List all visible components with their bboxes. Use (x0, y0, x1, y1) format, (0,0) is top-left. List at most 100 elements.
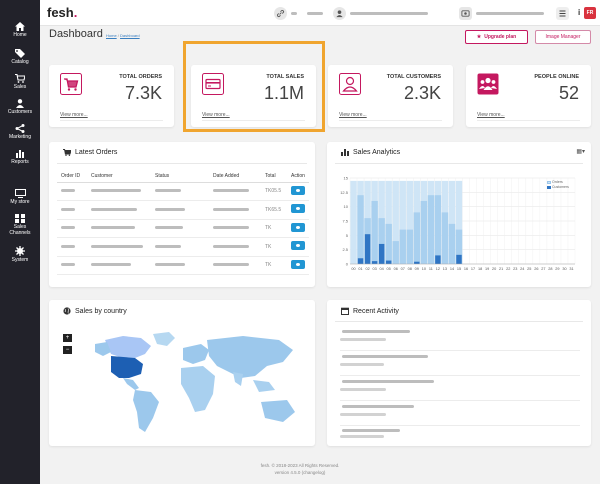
bar-customers (371, 261, 378, 264)
cart-icon (60, 73, 82, 95)
panel-title: Sales Analytics (341, 149, 400, 156)
x-tick-label: 09 (415, 267, 419, 271)
map-region-india[interactable] (233, 372, 243, 386)
stat-label: PEOPLE ONLINE (534, 74, 579, 80)
world-map[interactable] (83, 332, 308, 442)
top-bar: fesh. i FR (0, 0, 600, 26)
view-more-link[interactable]: View more... (339, 112, 367, 118)
chevron-down-icon: ▾ (581, 149, 585, 155)
sidebar-item-catalog[interactable]: Catalog (0, 49, 40, 65)
x-tick-label: 00 (351, 267, 355, 271)
image-manager-button[interactable]: Image Manager (535, 30, 591, 44)
x-tick-label: 28 (548, 267, 552, 271)
sidebar-item-sales[interactable]: Sales (0, 74, 40, 90)
map-region-greenland[interactable] (153, 332, 175, 346)
map-region-southeast-asia[interactable] (253, 380, 275, 392)
user-menu[interactable] (333, 7, 428, 20)
bar-orders-overlay (399, 229, 406, 264)
store-link-button[interactable] (274, 7, 323, 20)
stat-card-people-online: PEOPLE ONLINE 52 View more... (466, 65, 591, 127)
home-icon (15, 22, 25, 31)
sidebar-item-home[interactable]: Home (0, 22, 40, 38)
view-order-button[interactable] (291, 222, 305, 232)
order-total: TK (261, 256, 287, 275)
view-order-button[interactable] (291, 185, 305, 195)
bar-customers (378, 243, 385, 264)
map-region-australia[interactable] (261, 400, 295, 422)
sidebar-item-customers[interactable]: Customers (0, 99, 40, 115)
x-tick-label: 21 (499, 267, 503, 271)
sidebar-item-reports[interactable]: Reports (0, 149, 40, 165)
sidebar-item-my-store[interactable]: My store (0, 189, 40, 205)
column-header[interactable]: Date Added (209, 170, 261, 183)
stat-value: 7.3K (124, 83, 162, 103)
menu-icon[interactable] (556, 7, 569, 20)
sidebar-item-marketing[interactable]: Marketing (0, 124, 40, 140)
x-tick-label: 22 (506, 267, 510, 271)
view-order-button[interactable] (291, 204, 305, 214)
page-title: Dashboard (49, 28, 103, 40)
calendar-dropdown-button[interactable]: ▦▾ (576, 148, 585, 155)
bar-customers (385, 260, 392, 264)
column-header[interactable]: Customer (87, 170, 151, 183)
view-more-link[interactable]: View more... (60, 112, 88, 118)
x-tick-label: 25 (527, 267, 531, 271)
highlight-box (183, 41, 325, 132)
bar-customers (357, 258, 364, 264)
sidebar-item-sales-channels[interactable]: Sales Channels (0, 214, 40, 236)
store-menu[interactable] (459, 7, 544, 20)
view-order-button[interactable] (291, 259, 305, 269)
x-tick-label: 01 (358, 267, 362, 271)
activity-item[interactable] (340, 376, 580, 401)
upgrade-plan-button[interactable]: ★ Upgrade plan (465, 30, 528, 44)
map-region-south-america[interactable] (133, 390, 159, 432)
column-header[interactable]: Order ID (57, 170, 87, 183)
activity-item[interactable] (340, 351, 580, 376)
zoom-out-button[interactable]: − (63, 346, 72, 354)
store-icon (459, 7, 472, 20)
breadcrumb-home[interactable]: Home (106, 33, 117, 38)
x-tick-label: 03 (372, 267, 376, 271)
x-tick-label: 04 (380, 267, 384, 271)
zoom-in-button[interactable]: + (63, 334, 72, 342)
map-region-canada[interactable] (105, 336, 151, 358)
y-tick-label: 2.5 (342, 247, 348, 252)
view-more-link[interactable]: View more... (477, 112, 505, 118)
sidebar-item-system[interactable]: System (0, 246, 40, 263)
table-row: TK05.5 (57, 182, 309, 201)
activity-item[interactable] (340, 426, 580, 442)
bar-orders-overlay (434, 195, 442, 264)
language-selector[interactable]: FR (584, 7, 596, 19)
x-tick-label: 06 (394, 267, 398, 271)
map-region-asia[interactable] (207, 336, 293, 378)
app-logo[interactable]: fesh. (47, 5, 77, 20)
column-header[interactable]: Status (151, 170, 209, 183)
breadcrumb-dashboard[interactable]: Dashboard (120, 33, 140, 38)
map-region-central-america[interactable] (123, 378, 139, 390)
x-tick-label: 14 (450, 267, 454, 271)
map-region-europe[interactable] (183, 344, 209, 364)
info-icon[interactable]: i (578, 8, 580, 17)
activity-item[interactable] (340, 401, 580, 426)
map-region-africa[interactable] (181, 366, 215, 412)
x-tick-label: 30 (562, 267, 566, 271)
y-tick-label: 0 (346, 262, 349, 267)
monitor-icon (14, 189, 26, 198)
x-tick-label: 27 (541, 267, 545, 271)
bar-chart-icon (341, 149, 349, 156)
bar-customers (435, 255, 441, 264)
map-region-usa[interactable] (111, 356, 143, 378)
sales-by-country-panel: Sales by country + − (49, 300, 315, 446)
bar-orders-overlay (427, 195, 435, 264)
column-header[interactable]: Total (261, 170, 287, 183)
footer-version[interactable]: version 4.5.0 (changelog) (0, 470, 600, 475)
x-tick-label: 13 (443, 267, 447, 271)
x-tick-label: 11 (429, 267, 433, 271)
activity-item[interactable] (340, 326, 580, 351)
x-tick-label: 10 (422, 267, 426, 271)
bar-orders-overlay (371, 200, 378, 264)
column-header[interactable]: Action (287, 170, 309, 183)
view-order-button[interactable] (291, 241, 305, 251)
table-row: TK (57, 219, 309, 238)
x-tick-label: 07 (401, 267, 405, 271)
